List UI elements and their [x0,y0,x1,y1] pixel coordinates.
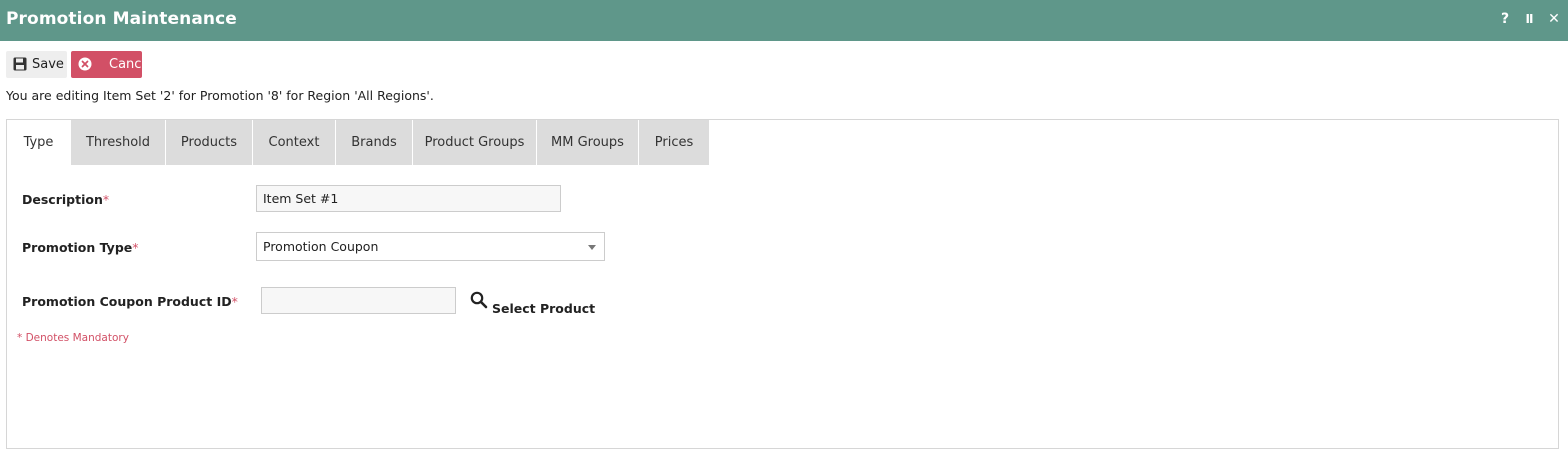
description-label-text: Description [22,192,103,207]
help-button[interactable]: ? [1497,10,1513,28]
close-button[interactable]: ✕ [1546,10,1562,28]
tab-product-groups[interactable]: Product Groups [413,120,537,165]
tab-type[interactable]: Type [7,120,71,165]
tab-products[interactable]: Products [166,120,253,165]
floppy-disk-icon [13,57,27,71]
select-product-link[interactable]: Select Product [492,301,595,316]
cancel-button[interactable]: Cancel [71,51,153,78]
x-circle-icon [78,57,92,71]
window-title: Promotion Maintenance [6,9,237,29]
edit-context-message: You are editing Item Set '2' for Promoti… [6,88,434,103]
coupon-product-label-text: Promotion Coupon Product ID [22,294,232,309]
mandatory-note: * Denotes Mandatory [17,332,129,344]
tab-brands[interactable]: Brands [336,120,413,165]
promotion-type-selected: Promotion Coupon [263,239,379,254]
search-icon[interactable] [470,291,488,309]
edit-panel: Type Threshold Products Context Brands P… [6,119,1559,449]
tab-prices[interactable]: Prices [639,120,710,165]
coupon-product-label: Promotion Coupon Product ID* [22,294,238,309]
required-mark: * [132,240,139,255]
chevron-down-icon [588,245,596,250]
required-mark: * [231,294,238,309]
required-mark: * [102,192,110,207]
tab-context[interactable]: Context [253,120,336,165]
tab-threshold[interactable]: Threshold [71,120,166,165]
tab-mm-groups[interactable]: MM Groups [537,120,639,165]
coupon-product-id-input[interactable] [261,287,456,314]
promotion-type-label: Promotion Type* [22,240,139,255]
promotion-type-label-text: Promotion Type [22,240,133,255]
save-label: Save [32,57,64,72]
description-label: Description* [22,192,109,207]
title-bar: Promotion Maintenance ? II ✕ [0,0,1568,41]
save-button[interactable]: Save [6,51,67,78]
description-input[interactable]: Item Set #1 [256,185,561,212]
promotion-type-select[interactable]: Promotion Coupon [256,232,605,261]
cancel-label: Cancel [109,57,154,72]
pause-button[interactable]: II [1521,10,1537,28]
